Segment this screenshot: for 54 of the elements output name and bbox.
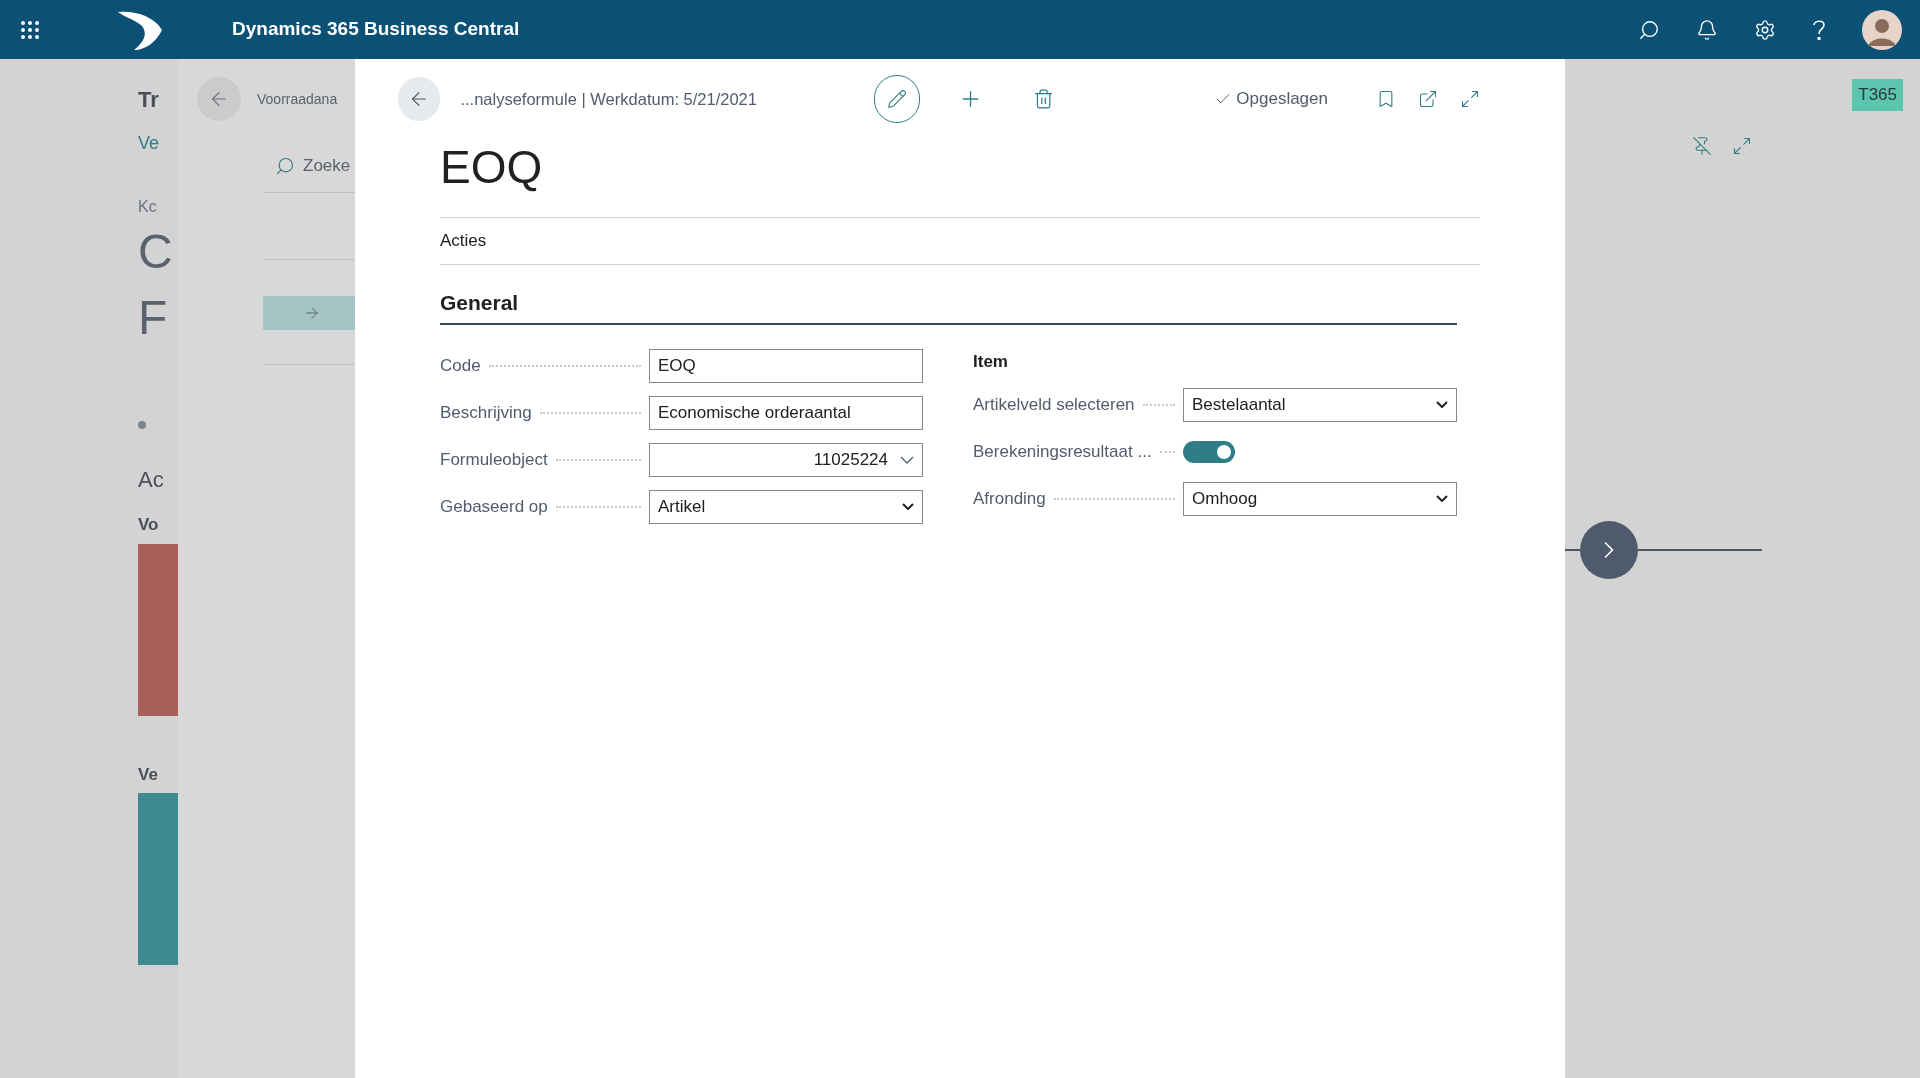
dropdown-field[interactable]: Artikel [649,489,923,524]
group-title: Item [973,350,1008,373]
dropdown-field[interactable]: Bestelaantal [1183,387,1457,422]
headline-text: F [138,290,169,346]
field-label: Formuleobject [440,448,548,471]
field-label: Code [440,354,481,377]
dropdown-field[interactable]: Omhoog [1183,481,1457,516]
field-label: Afronding [973,487,1046,510]
avatar[interactable] [1862,9,1902,50]
cue-tile[interactable] [138,543,178,716]
breadcrumb-text: ...nalyseformule | Werkdatum: 5/21/2021 [460,88,758,110]
actions-tab[interactable]: Acties [440,228,487,254]
caption-text: Kc [138,197,158,217]
expand-icon[interactable] [1732,135,1752,156]
bell-icon[interactable] [1696,18,1718,41]
expand-icon[interactable] [1460,89,1480,109]
breadcrumb-text: Voorraadana [257,89,338,109]
search-icon [275,155,295,176]
page-title: Tr [138,86,160,114]
group-title: Vo [138,514,160,536]
text-field[interactable]: Economische orderaantal [649,395,923,430]
saved-status: Opgeslagen [1214,86,1328,112]
chevron-down-icon [1436,495,1448,502]
leader-line [1159,450,1175,453]
environment-badge: T365 [1852,79,1903,111]
search-button[interactable]: Zoeke [275,152,351,179]
field-label: Berekeningsresultaat ... [973,440,1152,463]
delete-icon[interactable] [1033,88,1055,110]
chevron-down-icon [900,455,914,464]
field-label: Artikelveld selecteren [973,393,1135,416]
chevron-down-icon [902,503,914,510]
cue-tile[interactable] [138,793,178,965]
back-button[interactable] [398,77,441,121]
section-heading: Ac [138,466,165,494]
arrow-right-icon [303,304,321,322]
app-title: Dynamics 365 Business Central [232,17,520,42]
page-title: EOQ [440,140,544,195]
search-icon[interactable] [1638,18,1660,41]
text-field[interactable]: EOQ [649,348,923,383]
headline-text: C [138,224,174,280]
unpin-icon[interactable] [1692,135,1712,156]
group-title: Ve [138,763,159,786]
field-label: Gebaseerd op [440,495,548,518]
chevron-down-icon [1436,401,1448,408]
lookup-field[interactable]: 11025224 [649,442,923,477]
leader-line [1142,403,1175,406]
next-button[interactable] [1580,520,1638,579]
settings-icon[interactable] [1754,18,1776,41]
open-new-window-icon[interactable] [1418,89,1438,109]
help-icon[interactable] [1812,18,1826,41]
pencil-icon [886,89,907,109]
field-label: Beschrijving [440,401,532,424]
section-heading: General [440,291,519,314]
toggle-switch[interactable] [1183,440,1235,463]
